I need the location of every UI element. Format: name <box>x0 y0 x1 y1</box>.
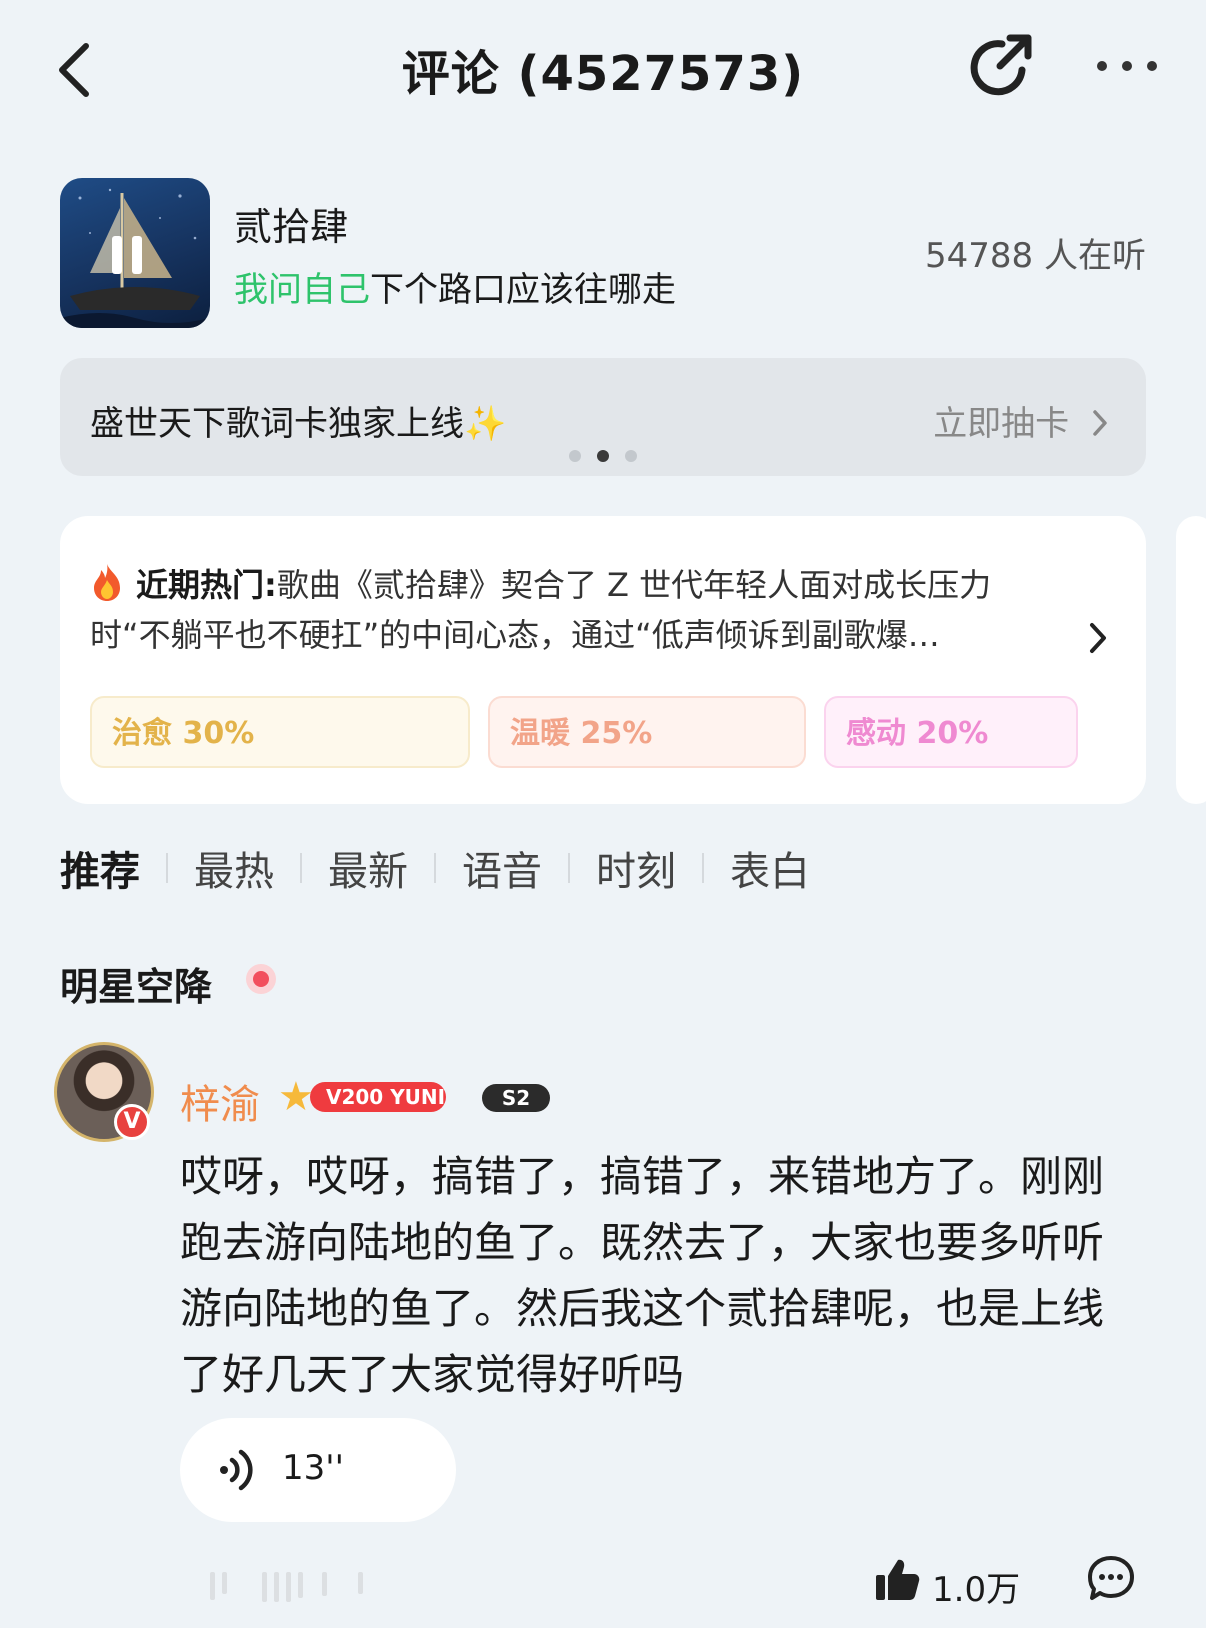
season-badge[interactable]: S2 <box>482 1084 550 1112</box>
like-count: 1.0万 <box>932 1570 1021 1610</box>
share-icon[interactable] <box>970 32 1040 102</box>
banner-text: 盛世天下歌词卡独家上线✨ <box>90 404 507 444</box>
tab-separator <box>300 853 302 883</box>
tab-item[interactable]: 表白 <box>730 839 810 897</box>
banner-action-label: 立即抽卡 <box>933 404 1070 444</box>
lyric-highlight: 我问自己 <box>234 270 370 310</box>
comment-body: 哎呀，哎呀，搞错了，搞错了，来错地方了。刚刚跑去游向陆地的鱼了。既然去了，大家也… <box>180 1152 1105 1399</box>
next-card-peek <box>1176 516 1206 804</box>
promo-banner[interactable]: 盛世天下歌词卡独家上线✨ 立即抽卡 <box>60 358 1146 476</box>
mood-tag-warm[interactable]: 温暖 25% <box>488 696 806 768</box>
comment-sort-tabs: 推荐 最热 最新 语音 时刻 表白 <box>60 838 810 898</box>
carousel-dot-active <box>597 450 609 462</box>
tab-separator <box>702 853 704 883</box>
tab-separator <box>434 853 436 883</box>
chevron-right-icon <box>1093 410 1107 436</box>
voice-duration: 13'' <box>282 1448 344 1488</box>
thumbs-up-icon[interactable] <box>874 1556 920 1602</box>
hot-label: 近期热门: <box>136 566 277 604</box>
chat-bubble-icon[interactable] <box>1086 1554 1136 1604</box>
banner-action-link[interactable]: 立即抽卡 <box>933 396 1110 445</box>
carousel-indicator <box>60 450 1146 462</box>
lyric-rest: 下个路口应该往哪走 <box>370 270 676 310</box>
crown-star-icon: ★ <box>278 1074 314 1120</box>
tab-item[interactable]: 最热 <box>194 839 274 897</box>
vip-label: V200 YUNI <box>310 1082 446 1112</box>
live-indicator-icon <box>246 964 276 994</box>
tab-item[interactable]: 时刻 <box>596 839 676 897</box>
album-art-icon <box>60 188 210 328</box>
fire-icon <box>94 564 120 601</box>
verified-badge: V <box>114 1104 150 1140</box>
tab-item[interactable]: 语音 <box>462 839 542 897</box>
current-lyric: 我问自己下个路口应该往哪走 <box>234 262 676 311</box>
voice-message-button[interactable]: 13'' <box>180 1418 456 1522</box>
hot-summary: 近期热门:歌曲《贰拾肆》契合了 Z 世代年轻人面对成长压力时“不躺平也不硬扛”的… <box>90 560 1050 660</box>
listener-count: 54788 人在听 <box>925 236 1146 276</box>
chevron-right-icon[interactable] <box>1086 620 1110 656</box>
header-bar: 评论 (4527573) <box>0 0 1206 140</box>
sound-wave-icon <box>220 1449 253 1491</box>
song-title[interactable]: 贰拾肆 <box>234 196 348 251</box>
section-title: 明星空降 <box>60 965 213 1009</box>
more-dots-icon[interactable] <box>1094 48 1160 84</box>
carousel-dot <box>569 450 581 462</box>
mood-tag-touching[interactable]: 感动 20% <box>824 696 1078 768</box>
tab-separator <box>568 853 570 883</box>
carousel-dot <box>625 450 637 462</box>
tab-item[interactable]: 推荐 <box>60 839 140 897</box>
tab-separator <box>166 853 168 883</box>
username[interactable]: 梓渝 <box>180 1072 260 1130</box>
mood-tag-healing[interactable]: 治愈 30% <box>90 696 470 768</box>
hot-summary-card[interactable]: 近期热门:歌曲《贰拾肆》契合了 Z 世代年轻人面对成长压力时“不躺平也不硬扛”的… <box>60 516 1146 804</box>
tab-item[interactable]: 最新 <box>328 839 408 897</box>
album-cover[interactable] <box>60 178 210 328</box>
